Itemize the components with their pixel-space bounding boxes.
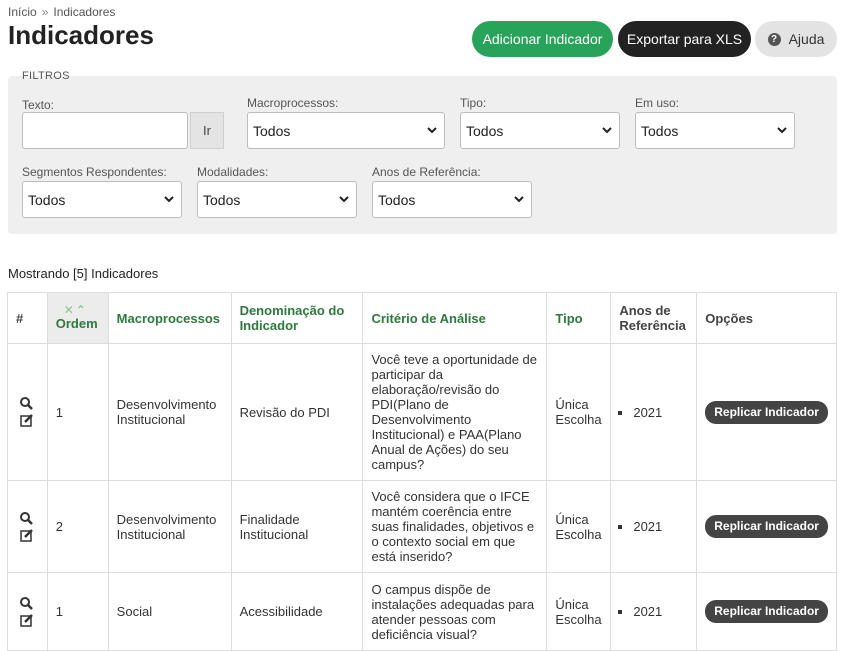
cell-denominacao: Acessibilidade: [230, 572, 364, 651]
replicate-button[interactable]: Replicar Indicador: [705, 400, 828, 424]
macro-select-value: Todos: [253, 122, 291, 139]
cell-denominacao: Finalidade Institucional: [230, 480, 364, 573]
go-button[interactable]: Ir: [190, 112, 224, 149]
cell-ordem: 1: [46, 343, 109, 481]
search-icon[interactable]: [19, 511, 35, 526]
modalidades-select[interactable]: Todos: [197, 181, 357, 218]
cell-ordem: 1: [46, 572, 109, 651]
indicators-table: # ✕⌃ Ordem Macroprocessos Denominação do…: [7, 292, 837, 651]
header-criterio[interactable]: Critério de Análise: [362, 292, 548, 344]
year-item: 2021: [633, 519, 688, 534]
chevron-down-icon: [514, 196, 524, 203]
add-indicator-button[interactable]: Adicionar Indicador: [472, 21, 613, 57]
cell-anos: 2021: [610, 343, 698, 481]
emuso-select-value: Todos: [641, 122, 679, 139]
results-count: Mostrando [5] Indicadores: [8, 266, 159, 281]
tipo-select[interactable]: Todos: [460, 112, 620, 149]
chevron-down-icon: [777, 127, 787, 134]
year-item: 2021: [633, 604, 688, 619]
page-title: Indicadores: [8, 20, 154, 50]
tipo-select-value: Todos: [466, 122, 504, 139]
chevron-down-icon: [339, 196, 349, 203]
cell-macroprocessos: Social: [107, 572, 232, 651]
table-header-row: # ✕⌃ Ordem Macroprocessos Denominação do…: [7, 292, 837, 344]
table-row: 2 Desenvolvimento Institucional Finalida…: [7, 480, 837, 573]
cell-anos: 2021: [610, 480, 698, 573]
chevron-down-icon: [602, 127, 612, 134]
cell-macroprocessos: Desenvolvimento Institucional: [107, 343, 232, 481]
edit-icon[interactable]: [19, 613, 35, 627]
export-xls-button[interactable]: Exportar para XLS: [618, 21, 751, 57]
row-actions: [7, 572, 48, 651]
cell-opcoes: Replicar Indicador: [696, 343, 837, 481]
emuso-label: Em uso:: [635, 96, 680, 110]
header-opcoes: Opções: [696, 292, 837, 344]
year-item: 2021: [633, 405, 688, 420]
breadcrumb: Início » Indicadores: [8, 5, 115, 19]
modalidades-label: Modalidades:: [197, 165, 269, 179]
header-anos: Anos de Referência: [610, 292, 698, 344]
header-tipo[interactable]: Tipo: [546, 292, 612, 344]
help-label: Ajuda: [788, 31, 825, 47]
cell-anos: 2021: [610, 572, 698, 651]
filters-panel: FILTROS Texto: Ir Macroprocessos: Todos …: [8, 70, 837, 234]
texto-input[interactable]: [22, 112, 188, 149]
replicate-button[interactable]: Replicar Indicador: [705, 600, 828, 623]
anos-label: Anos de Referência:: [372, 165, 481, 179]
cell-denominacao: Revisão do PDI: [230, 343, 364, 481]
anos-select-value: Todos: [378, 191, 416, 208]
cell-criterio: Você considera que o IFCE mantém coerênc…: [362, 480, 548, 573]
cell-tipo: Única Escolha: [546, 343, 612, 481]
header-ordem[interactable]: ✕⌃ Ordem: [46, 292, 109, 344]
cell-criterio: O campus dispõe de instalações adequadas…: [362, 572, 548, 651]
edit-icon[interactable]: [19, 413, 35, 427]
modalidades-select-value: Todos: [203, 191, 241, 208]
macro-label: Macroprocessos:: [247, 96, 339, 110]
header-ordem-label: Ordem: [55, 316, 98, 331]
segmentos-select[interactable]: Todos: [22, 181, 182, 218]
tipo-label: Tipo:: [460, 96, 487, 110]
breadcrumb-current: Indicadores: [53, 5, 116, 19]
cell-ordem: 2: [46, 480, 109, 573]
question-icon: ?: [767, 32, 781, 46]
breadcrumb-separator: »: [41, 5, 49, 19]
row-actions: [7, 343, 48, 481]
segmentos-label: Segmentos Respondentes:: [22, 165, 167, 179]
search-icon[interactable]: [19, 596, 35, 611]
row-actions: [7, 480, 48, 573]
cell-tipo: Única Escolha: [546, 572, 612, 651]
segmentos-select-value: Todos: [28, 191, 66, 208]
chevron-down-icon: [427, 127, 437, 134]
cell-opcoes: Replicar Indicador: [696, 572, 837, 651]
help-button[interactable]: ? Ajuda: [755, 21, 837, 57]
cell-macroprocessos: Desenvolvimento Institucional: [107, 480, 232, 573]
header-macroprocessos[interactable]: Macroprocessos: [107, 292, 232, 344]
table-row: 1 Social Acessibilidade O campus dispõe …: [7, 572, 837, 651]
anos-select[interactable]: Todos: [372, 181, 532, 218]
cell-criterio: Você teve a oportunidade de participar d…: [362, 343, 548, 481]
header-hash: #: [7, 292, 48, 344]
filters-title: FILTROS: [22, 70, 70, 82]
edit-icon[interactable]: [19, 528, 35, 542]
replicate-button[interactable]: Replicar Indicador: [705, 515, 828, 538]
macro-select[interactable]: Todos: [247, 112, 445, 149]
emuso-select[interactable]: Todos: [635, 112, 795, 149]
header-denominacao[interactable]: Denominação do Indicador: [230, 292, 364, 344]
texto-label: Texto:: [22, 98, 55, 112]
sort-icons[interactable]: ✕⌃: [56, 304, 100, 316]
cell-opcoes: Replicar Indicador: [696, 480, 837, 573]
search-icon[interactable]: [19, 397, 35, 411]
chevron-down-icon: [164, 196, 174, 203]
breadcrumb-home-link[interactable]: Início: [8, 5, 37, 19]
cell-tipo: Única Escolha: [546, 480, 612, 573]
table-row: 1 Desenvolvimento Institucional Revisão …: [7, 343, 837, 481]
